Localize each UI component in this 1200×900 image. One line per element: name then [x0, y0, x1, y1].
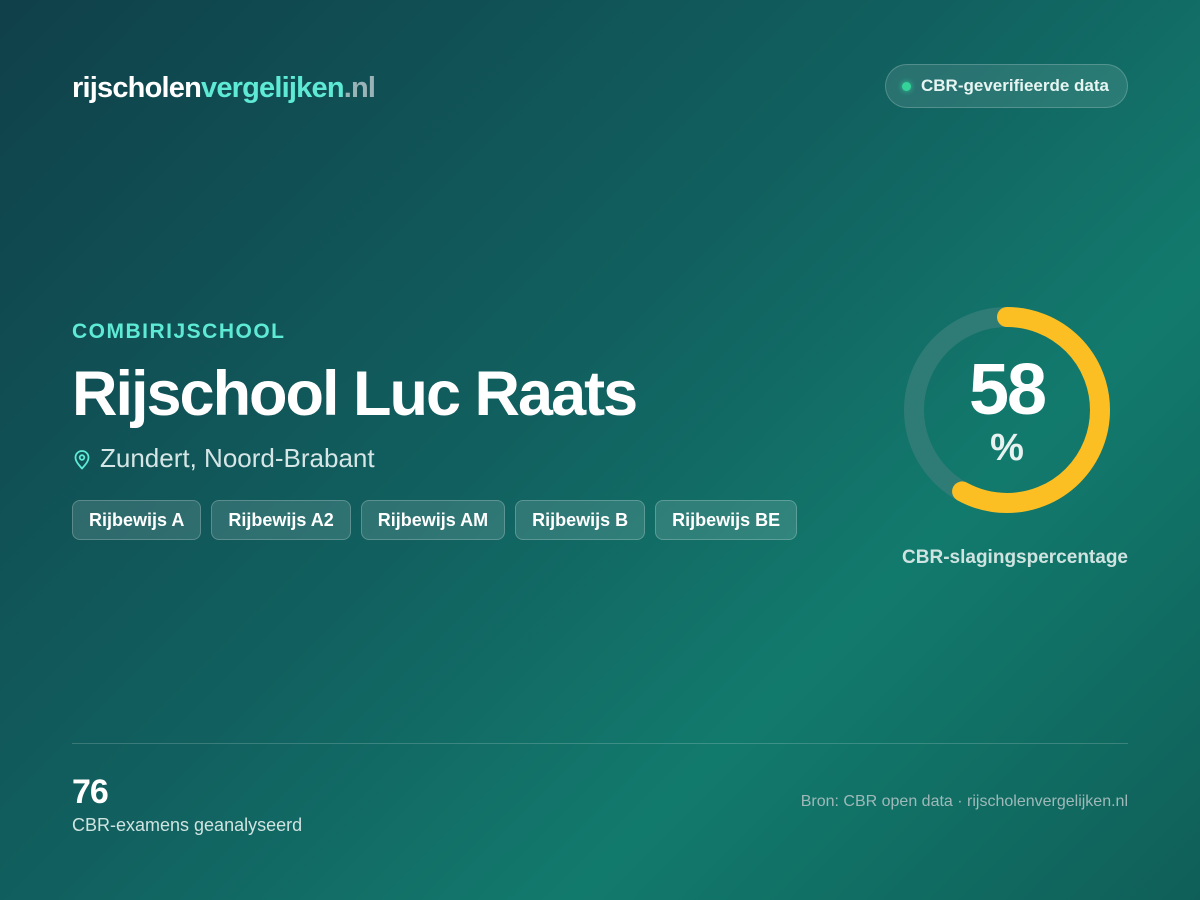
license-tags: Rijbewijs A Rijbewijs A2 Rijbewijs AM Ri…	[72, 500, 798, 540]
school-name: Rijschool Luc Raats	[72, 359, 638, 429]
status-dot-icon	[901, 81, 911, 91]
school-location: Zundert, Noord-Brabant	[72, 443, 375, 474]
license-tag-b: Rijbewijs B	[515, 500, 646, 540]
exams-label: CBR-examens geanalyseerd	[72, 815, 303, 835]
logo-part-rijscholen: rijscholen	[72, 72, 202, 104]
license-tag-be: Rijbewijs BE	[655, 500, 798, 540]
location-text: Zundert, Noord-Brabant	[100, 443, 375, 473]
license-tag-am: Rijbewijs AM	[360, 500, 506, 540]
site-logo[interactable]: rijscholenvergelijken.nl	[72, 72, 376, 105]
pass-rate-label: CBR-slagingspercentage	[902, 547, 1128, 568]
pass-rate-gauge: 58 %	[903, 306, 1111, 514]
license-tag-a: Rijbewijs A	[72, 500, 202, 540]
license-tag-a2: Rijbewijs A2	[211, 500, 351, 540]
exams-count: 76	[72, 773, 109, 811]
source-credit: Bron: CBR open data · rijscholenvergelij…	[800, 793, 1128, 810]
verified-badge-label: CBR-geverifieerde data	[920, 76, 1109, 95]
logo-part-vergelijken: vergelijken	[201, 72, 345, 104]
footer-divider	[72, 743, 1128, 744]
verified-data-badge: CBR-geverifieerde data	[884, 64, 1128, 108]
school-category: COMBIRIJSCHOOL	[72, 320, 286, 343]
map-pin-icon	[74, 449, 90, 469]
pass-rate-unit: %	[990, 427, 1024, 469]
pass-rate-value: 58	[968, 350, 1047, 430]
logo-part-tld: .nl	[343, 72, 376, 104]
